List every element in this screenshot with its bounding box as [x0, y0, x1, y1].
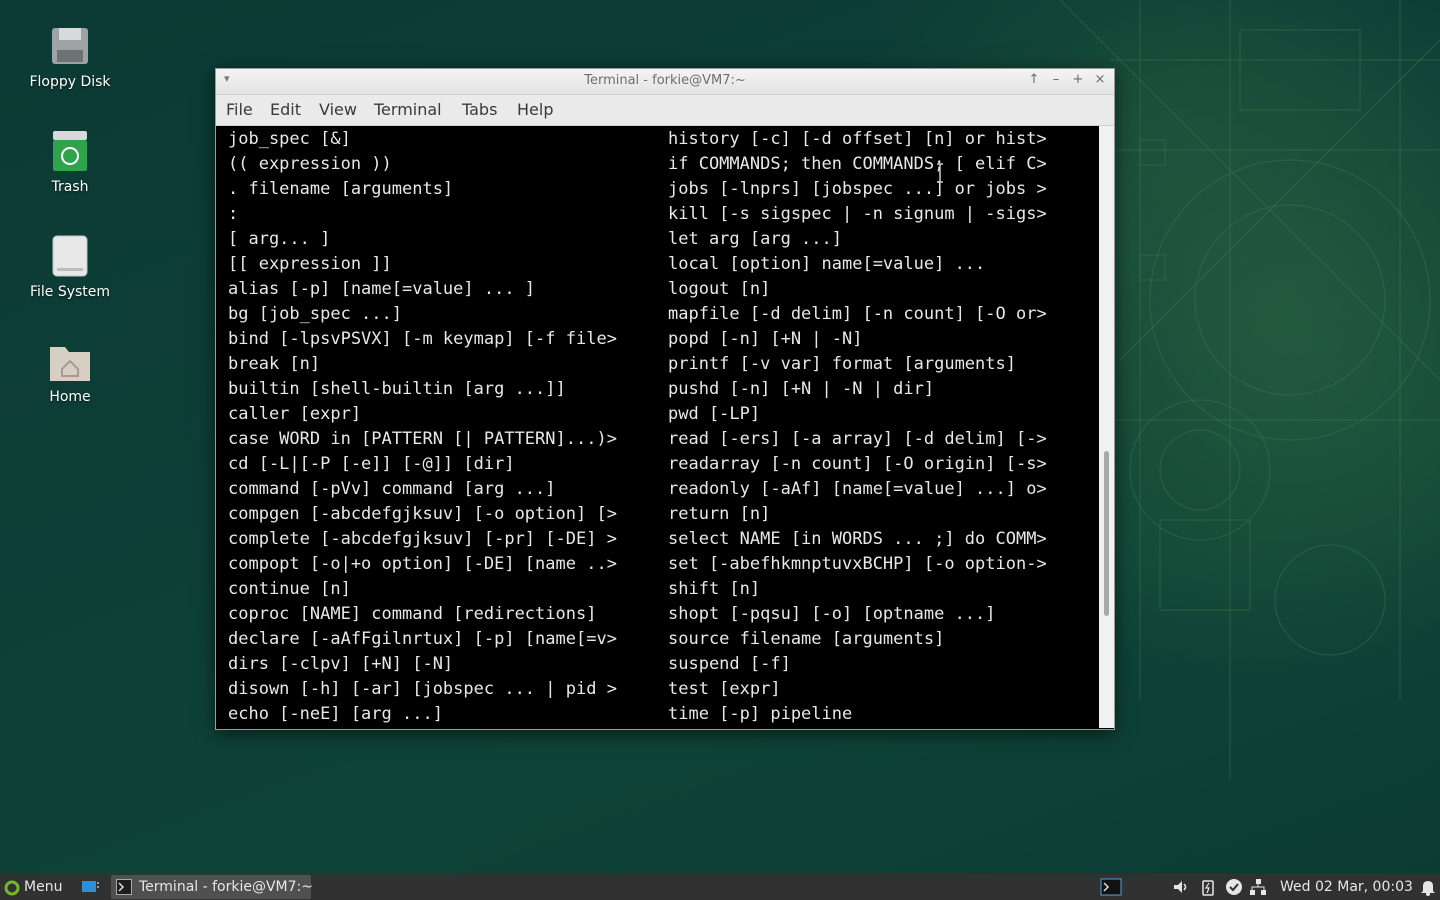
maximize-icon[interactable]: + — [1070, 72, 1086, 88]
terminal-line-right: let arg [arg ...] — [668, 229, 842, 249]
window-title: Terminal - forkie@VM7:~ — [584, 73, 746, 88]
terminal-line-left: coproc [NAME] command [redirections] — [228, 604, 597, 624]
terminal-line-left: declare [-aAfFgilnrtux] [-p] [name[=v> — [228, 629, 617, 649]
desktop-icon-label: Home — [49, 389, 91, 405]
terminal-output[interactable]: job_spec [&] (( expression )) . filename [… — [216, 126, 1099, 728]
terminal-line-right: test [expr] — [668, 679, 781, 699]
terminal-line-right: mapfile [-d delim] [-n count] [-O or> — [668, 304, 1047, 324]
terminal-line-right: source filename [arguments] — [668, 629, 945, 649]
volume-icon[interactable] — [1172, 878, 1190, 896]
home-folder-icon — [48, 339, 92, 383]
terminal-line-left: complete [-abcdefgjksuv] [-pr] [-DE] > — [228, 529, 617, 549]
trash-icon — [48, 129, 92, 173]
scrollbar-thumb[interactable] — [1104, 451, 1109, 616]
terminal-line-left: echo [-neE] [arg ...] — [228, 704, 443, 724]
terminal-app-icon — [116, 879, 132, 895]
drive-icon — [48, 234, 92, 278]
terminal-line-right: jobs [-lnprs] [jobspec ...] or jobs > — [668, 179, 1047, 199]
close-icon[interactable]: × — [1092, 72, 1108, 88]
desktop-icon-home[interactable]: Home — [10, 339, 130, 405]
text-cursor-icon — [937, 163, 943, 183]
minimize-icon[interactable]: – — [1048, 72, 1064, 88]
desktop-icon-label: Trash — [51, 179, 89, 195]
terminal-line-left: job_spec [&] — [228, 129, 351, 149]
desktop-icon-label: Floppy Disk — [29, 74, 111, 90]
terminal-line-left: alias [-p] [name[=value] ... ] — [228, 279, 536, 299]
terminal-line-right: shift [n] — [668, 579, 761, 599]
show-desktop-icon[interactable] — [81, 880, 99, 894]
terminal-line-left: break [n] — [228, 354, 321, 374]
terminal-line-right: kill [-s sigspec | -n signum | -sigs> — [668, 204, 1047, 224]
battery-icon[interactable] — [1199, 878, 1217, 896]
desktop-icon-floppy-disk[interactable]: Floppy Disk — [10, 24, 130, 90]
distro-logo-icon — [4, 880, 20, 896]
terminal-line-right: readonly [-aAf] [name[=value] ...] o> — [668, 479, 1047, 499]
terminal-line-right: printf [-v var] format [arguments] — [668, 354, 1016, 374]
terminal-window[interactable]: ▾ Terminal - forkie@VM7:~ ↑ – + × File E… — [215, 68, 1115, 730]
terminal-line-left: case WORD in [PATTERN [| PATTERN]...)> — [228, 429, 617, 449]
taskbar-terminal-task[interactable]: Terminal - forkie@VM7:~ — [111, 875, 313, 899]
terminal-line-left: builtin [shell-builtin [arg ...]] — [228, 379, 566, 399]
terminal-line-left: command [-pVv] command [arg ...] — [228, 479, 556, 499]
terminal-line-right: shopt [-pqsu] [-o] [optname ...] — [668, 604, 996, 624]
desktop-icon-file-system[interactable]: File System — [10, 234, 130, 300]
menu-help[interactable]: Help — [517, 100, 553, 119]
window-titlebar[interactable]: ▾ Terminal - forkie@VM7:~ ↑ – + × — [216, 69, 1114, 95]
terminal-line-left: (( expression )) — [228, 154, 392, 174]
terminal-line-right: suspend [-f] — [668, 654, 791, 674]
terminal-line-left: cd [-L|[-P [-e]] [-@]] [dir] — [228, 454, 515, 474]
terminal-line-right: select NAME [in WORDS ... ;] do COMM> — [668, 529, 1047, 549]
scrollbar[interactable] — [1099, 126, 1114, 728]
terminal-line-right: time [-p] pipeline — [668, 704, 853, 724]
menu-view[interactable]: View — [319, 100, 357, 119]
terminal-line-left: . filename [arguments] — [228, 179, 454, 199]
clock[interactable]: Wed 02 Mar, 00:03 — [1280, 879, 1413, 895]
floppy-disk-icon — [48, 24, 92, 68]
terminal-line-right: read [-ers] [-a array] [-d delim] [-> — [668, 429, 1047, 449]
network-icon[interactable] — [1249, 878, 1267, 896]
terminal-line-left: compgen [-abcdefgjksuv] [-o option] [> — [228, 504, 617, 524]
taskbar: Menu Terminal - forkie@VM7:~ Wed 02 Mar,… — [0, 874, 1440, 900]
terminal-line-right: history [-c] [-d offset] [n] or hist> — [668, 129, 1047, 149]
menu-terminal[interactable]: Terminal — [374, 100, 442, 119]
menu-file[interactable]: File — [226, 100, 253, 119]
terminal-line-left: bg [job_spec ...] — [228, 304, 402, 324]
updates-check-icon[interactable] — [1225, 878, 1243, 896]
terminal-line-left: caller [expr] — [228, 404, 362, 424]
terminal-line-right: set [-abefhkmnptuvxBCHP] [-o option-> — [668, 554, 1047, 574]
terminal-line-left: compopt [-o|+o option] [-DE] [name ..> — [228, 554, 617, 574]
terminal-line-right: logout [n] — [668, 279, 771, 299]
terminal-line-left: : — [228, 204, 239, 224]
taskbar-task-label: Terminal - forkie@VM7:~ — [139, 879, 313, 895]
terminal-line-right: popd [-n] [+N | -N] — [668, 329, 863, 349]
notifications-bell-icon[interactable] — [1419, 878, 1437, 896]
terminal-line-left: [ arg... ] — [228, 229, 331, 249]
terminal-line-left: disown [-h] [-ar] [jobspec ... | pid > — [228, 679, 617, 699]
terminal-line-left: dirs [-clpv] [+N] [-N] — [228, 654, 454, 674]
terminal-line-right: return [n] — [668, 504, 771, 524]
terminal-line-left: bind [-lpsvPSVX] [-m keymap] [-f file> — [228, 329, 617, 349]
terminal-line-right: pushd [-n] [+N | -N | dir] — [668, 379, 935, 399]
terminal-line-right: local [option] name[=value] ... — [668, 254, 986, 274]
desktop-icon-label: File System — [29, 284, 111, 300]
terminal-line-right: readarray [-n count] [-O origin] [-s> — [668, 454, 1047, 474]
terminal-line-left: continue [n] — [228, 579, 351, 599]
menu-edit[interactable]: Edit — [270, 100, 301, 119]
shade-up-icon[interactable]: ↑ — [1026, 72, 1042, 88]
start-menu-label: Menu — [24, 879, 63, 895]
terminal-line-right: if COMMANDS; then COMMANDS; [ elif C> — [668, 154, 1047, 174]
desktop: Floppy Disk Trash File System Home ▾ Ter… — [0, 0, 1440, 874]
terminal-line-left: [[ expression ]] — [228, 254, 392, 274]
menu-bar: File Edit View Terminal Tabs Help — [216, 95, 1114, 126]
menu-tabs[interactable]: Tabs — [462, 100, 497, 119]
terminal-line-right: pwd [-LP] — [668, 404, 761, 424]
desktop-icon-trash[interactable]: Trash — [10, 129, 130, 195]
terminal-tray-icon[interactable] — [1100, 878, 1122, 896]
